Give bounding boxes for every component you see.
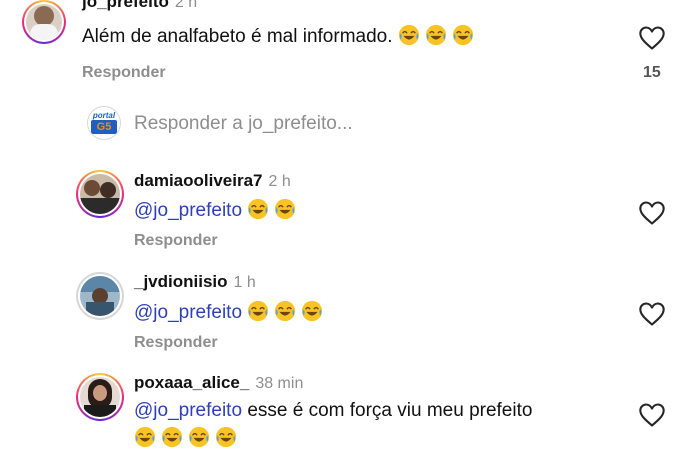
avatar[interactable]: [76, 373, 124, 421]
avatar[interactable]: [22, 0, 66, 44]
heart-outline-icon[interactable]: [638, 402, 666, 428]
face-with-tears-of-joy-icon: [247, 300, 269, 322]
reply-input[interactable]: Responder a jo_prefeito...: [134, 113, 353, 135]
face-with-tears-of-joy-icon: [188, 426, 210, 448]
portal-g5-logo: portal G5: [88, 107, 120, 139]
username[interactable]: jo_prefeito: [82, 0, 169, 11]
timestamp: 2 h: [268, 173, 291, 190]
emoji-group: [398, 26, 479, 47]
mention-link[interactable]: @jo_prefeito: [134, 302, 242, 323]
face-with-tears-of-joy-icon: [398, 24, 420, 46]
face-with-tears-of-joy-icon: [247, 198, 269, 220]
comment-text: @jo_prefeito: [134, 300, 328, 324]
heart-outline-icon[interactable]: [638, 301, 666, 327]
comment-header: poxaaa_alice_ 38 min: [134, 373, 303, 393]
mention-link[interactable]: @jo_prefeito: [134, 200, 242, 221]
logo-top-text: portal: [92, 111, 116, 120]
comment-body: Além de analfabeto é mal informado.: [82, 26, 393, 47]
comment-text: @jo_prefeito: [134, 198, 301, 222]
comment-body: esse é com força viu meu prefeito: [247, 400, 533, 421]
face-with-tears-of-joy-icon: [161, 426, 183, 448]
username[interactable]: _jvdioniisio: [134, 272, 228, 291]
logo-main-text: G5: [91, 120, 117, 134]
reply-button[interactable]: Responder: [134, 334, 218, 352]
face-with-tears-of-joy-icon: [215, 426, 237, 448]
comment-header: jo_prefeito 2 h: [82, 0, 197, 12]
face-with-tears-of-joy-icon: [301, 300, 323, 322]
comment-text: Além de analfabeto é mal informado.: [82, 24, 479, 48]
comment-text-continuation: [134, 426, 242, 450]
mention-link[interactable]: @jo_prefeito: [134, 400, 242, 421]
comment-header: damiaooliveira7 2 h: [134, 171, 291, 191]
face-with-tears-of-joy-icon: [452, 24, 474, 46]
emoji-group: [247, 200, 301, 221]
username[interactable]: poxaaa_alice_: [134, 373, 249, 392]
emoji-group: [247, 302, 328, 323]
face-with-tears-of-joy-icon: [274, 300, 296, 322]
timestamp: 38 min: [255, 375, 304, 392]
face-with-tears-of-joy-icon: [425, 24, 447, 46]
comment-text: @jo_prefeito esse é com força viu meu pr…: [134, 400, 532, 422]
reply-button[interactable]: Responder: [134, 232, 218, 250]
avatar[interactable]: [76, 272, 124, 320]
username[interactable]: damiaooliveira7: [134, 171, 263, 190]
timestamp: 2 h: [174, 0, 198, 11]
heart-outline-icon[interactable]: [638, 25, 666, 51]
like-count[interactable]: 15: [643, 64, 661, 82]
face-with-tears-of-joy-icon: [274, 198, 296, 220]
emoji-group: [134, 428, 242, 449]
face-with-tears-of-joy-icon: [134, 426, 156, 448]
comment-header: _jvdioniisio 1 h: [134, 272, 256, 292]
reply-button[interactable]: Responder: [82, 64, 166, 82]
heart-outline-icon[interactable]: [638, 200, 666, 226]
avatar[interactable]: [76, 170, 124, 218]
timestamp: 1 h: [233, 274, 256, 291]
